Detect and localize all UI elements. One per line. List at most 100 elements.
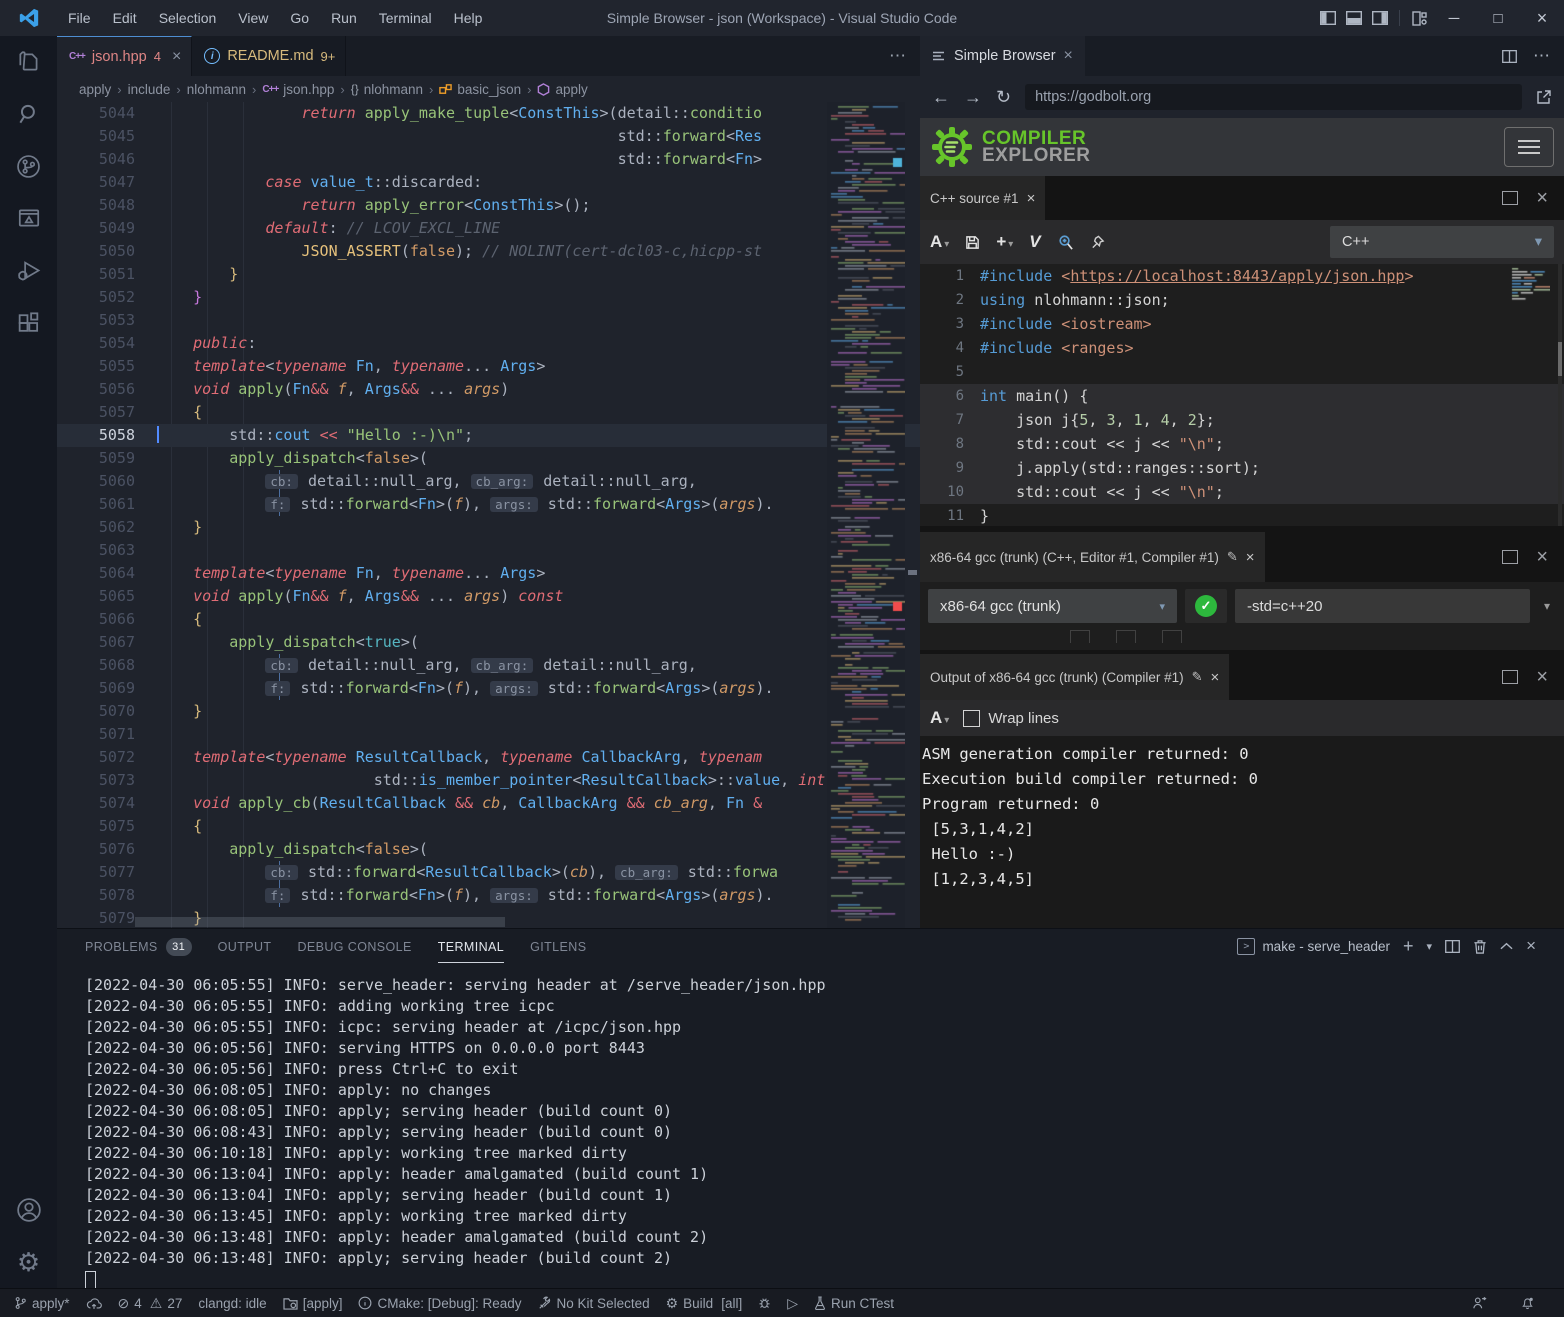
menu-item-view[interactable]: View <box>227 10 279 26</box>
status-publish[interactable] <box>86 1297 102 1310</box>
breadcrumb-item-include[interactable]: include <box>128 82 171 97</box>
breadcrumb-item-nlohmann[interactable]: {}nlohmann <box>351 82 423 97</box>
close-tab-icon[interactable]: × <box>1064 47 1073 65</box>
back-icon[interactable]: ← <box>932 87 950 108</box>
status-notifications[interactable] <box>1521 1296 1534 1310</box>
close-pane-icon[interactable]: × <box>1536 667 1548 687</box>
panel-tab-output[interactable]: OUTPUT <box>218 929 272 963</box>
status-debug-button[interactable] <box>758 1296 771 1310</box>
tab-readme-md[interactable]: i README.md 9+ <box>192 36 346 76</box>
ce-compiler-tab[interactable]: x86-64 gcc (trunk) (C++, Editor #1, Comp… <box>920 532 1265 582</box>
save-icon[interactable] <box>965 235 980 250</box>
terminal-dropdown-icon[interactable]: ▾ <box>1427 940 1433 953</box>
status-build-button[interactable]: ⚙Build <box>666 1295 714 1312</box>
menu-item-help[interactable]: Help <box>443 10 494 26</box>
rename-icon[interactable]: ✎ <box>1227 549 1238 565</box>
close-pane-icon[interactable]: × <box>1246 549 1255 566</box>
panel-tab-gitlens[interactable]: GITLENS <box>530 929 586 963</box>
tab-json-hpp[interactable]: C++ json.hpp 4 × <box>57 36 192 76</box>
font-size-button[interactable]: A▾ <box>930 708 949 728</box>
breadcrumb-item-basic_json[interactable]: basic_json <box>439 82 521 97</box>
ce-output-tab[interactable]: Output of x86-64 gcc (trunk) (Compiler #… <box>920 654 1229 700</box>
panel-tab-terminal[interactable]: TERMINAL <box>438 929 504 963</box>
editor-more-actions-icon[interactable]: ⋯ <box>875 36 920 76</box>
panel-tab-problems[interactable]: PROBLEMS31 <box>85 929 192 963</box>
account-icon[interactable] <box>5 1184 53 1236</box>
split-terminal-icon[interactable] <box>1445 940 1460 953</box>
maximize-button[interactable]: □ <box>1476 0 1520 36</box>
status-errors[interactable]: ⊘4 <box>118 1295 142 1312</box>
editor-horizontal-scrollbar[interactable] <box>135 917 825 927</box>
minimize-button[interactable]: ─ <box>1432 0 1476 36</box>
open-external-icon[interactable] <box>1536 89 1552 105</box>
search-icon[interactable] <box>5 88 53 140</box>
toggle-panel-icon[interactable] <box>1341 5 1367 31</box>
pin-icon[interactable] <box>1090 234 1105 250</box>
breadcrumb-item-apply[interactable]: apply <box>537 82 587 97</box>
toggle-sidebar-icon[interactable] <box>1315 5 1341 31</box>
status-git-branch[interactable]: apply* <box>14 1296 70 1311</box>
ce-source-editor[interactable]: 1#include <https://localhost:8443/apply/… <box>920 264 1564 526</box>
kill-terminal-icon[interactable] <box>1473 939 1487 954</box>
new-terminal-icon[interactable]: + <box>1403 936 1414 957</box>
wrap-lines-checkbox[interactable] <box>963 710 980 727</box>
zoom-icon[interactable] <box>1057 234 1074 251</box>
close-pane-icon[interactable]: × <box>1536 188 1548 208</box>
ce-source-tab[interactable]: C++ source #1 × <box>920 176 1045 220</box>
url-input[interactable]: https://godbolt.org <box>1025 84 1522 110</box>
status-cmake-status[interactable]: CMake: [Debug]: Ready <box>358 1296 521 1311</box>
editor-vertical-scrollbar[interactable] <box>905 102 920 928</box>
close-pane-icon[interactable]: × <box>1536 547 1548 567</box>
compiler-select[interactable]: x86-64 gcc (trunk) ▾ <box>928 589 1177 623</box>
minimap[interactable] <box>827 102 905 928</box>
add-pane-button[interactable]: +▾ <box>996 232 1013 252</box>
status-run-ctest[interactable]: Run CTest <box>814 1296 894 1311</box>
breadcrumb-item-jsonhpp[interactable]: C++json.hpp <box>262 82 334 97</box>
explorer-icon[interactable] <box>5 36 53 88</box>
options-caret-icon[interactable]: ▾ <box>1538 599 1556 613</box>
close-tab-icon[interactable]: × <box>172 48 181 66</box>
settings-gear-icon[interactable]: ⚙ <box>5 1236 53 1288</box>
menu-item-run[interactable]: Run <box>320 10 368 26</box>
breadcrumb-item-nlohmann[interactable]: nlohmann <box>187 82 246 97</box>
code-editor[interactable]: 5044 return apply_make_tuple<ConstThis>(… <box>57 102 920 928</box>
status-active-folder[interactable]: [apply] <box>283 1296 343 1311</box>
menu-item-go[interactable]: Go <box>279 10 320 26</box>
language-select[interactable]: C++ ▾ <box>1330 226 1554 258</box>
close-window-button[interactable]: × <box>1520 0 1564 36</box>
menu-item-selection[interactable]: Selection <box>148 10 228 26</box>
run-debug-icon[interactable] <box>5 244 53 296</box>
tab-simple-browser[interactable]: Simple Browser × <box>920 36 1085 76</box>
split-editor-icon[interactable] <box>1502 50 1517 63</box>
status-clangd-status[interactable]: clangd: idle <box>198 1296 266 1311</box>
panel-tab-debug-console[interactable]: DEBUG CONSOLE <box>297 929 411 963</box>
cmake-panel-icon[interactable] <box>5 192 53 244</box>
maximize-pane-icon[interactable] <box>1502 191 1518 205</box>
menu-item-edit[interactable]: Edit <box>102 10 148 26</box>
status-kit-select[interactable]: No Kit Selected <box>538 1296 650 1311</box>
status-build-target[interactable]: [all] <box>721 1296 742 1311</box>
forward-icon[interactable]: → <box>964 87 982 108</box>
toggle-secondary-sidebar-icon[interactable] <box>1367 5 1393 31</box>
status-launch-button[interactable]: ▷ <box>787 1295 798 1312</box>
terminal-selector[interactable]: > make - serve_header <box>1237 938 1390 955</box>
breadcrumb-item-apply[interactable]: apply <box>79 82 111 97</box>
extensions-icon[interactable] <box>5 296 53 348</box>
compiler-args-input[interactable]: -std=c++20 <box>1235 589 1530 623</box>
status-warnings[interactable]: ⚠27 <box>150 1295 183 1312</box>
ce-editor-scrollbar[interactable] <box>1558 264 1562 526</box>
customize-layout-icon[interactable] <box>1406 5 1432 31</box>
close-pane-icon[interactable]: × <box>1027 190 1036 207</box>
status-feedback[interactable] <box>1472 1296 1487 1310</box>
maximize-pane-icon[interactable] <box>1502 670 1518 684</box>
source-control-icon[interactable] <box>5 140 53 192</box>
close-panel-icon[interactable]: × <box>1526 936 1536 956</box>
vim-mode-button[interactable]: V <box>1029 232 1040 252</box>
maximize-pane-icon[interactable] <box>1502 550 1518 564</box>
maximize-panel-icon[interactable] <box>1500 942 1513 950</box>
close-pane-icon[interactable]: × <box>1211 669 1220 686</box>
more-actions-icon[interactable]: ⋯ <box>1533 46 1550 66</box>
rename-icon[interactable]: ✎ <box>1192 669 1203 685</box>
font-size-button[interactable]: A▾ <box>930 232 949 252</box>
terminal-output[interactable]: [2022-04-30 06:05:55] INFO: serve_header… <box>57 963 1564 1291</box>
